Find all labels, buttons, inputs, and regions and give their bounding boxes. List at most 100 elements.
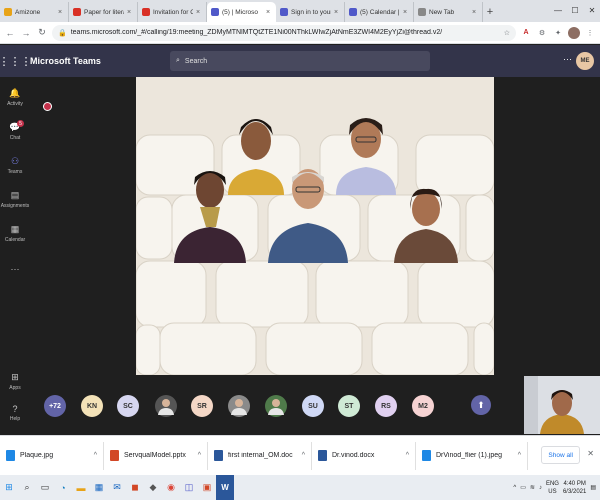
participant-avatar[interactable]: SU (302, 395, 324, 417)
download-options-icon[interactable]: ^ (406, 452, 409, 459)
task-view-icon[interactable]: ▭ (36, 475, 54, 500)
participant-avatar[interactable]: RS (375, 395, 397, 417)
participant-initials: SC (123, 402, 133, 410)
self-view-image (524, 376, 600, 434)
close-tab-icon[interactable]: × (266, 9, 272, 16)
search-icon[interactable]: ⌕ (18, 475, 36, 500)
back-icon[interactable]: ← (4, 27, 16, 39)
search-input[interactable]: ⌕ Search (170, 51, 430, 71)
browser-tab[interactable]: Amizone × (0, 2, 69, 22)
downloads-bar: Plaque.jpg ^ ServqualModel.pptx ^ first inte… (0, 435, 600, 475)
user-avatar[interactable]: ME (576, 52, 594, 70)
participant-avatar[interactable]: ST (338, 395, 360, 417)
participant-avatar[interactable]: SC (117, 395, 139, 417)
adobe-extension-icon[interactable]: A (520, 27, 532, 39)
download-options-icon[interactable]: ^ (302, 452, 305, 459)
more-participants-badge[interactable]: +72 (44, 395, 66, 417)
share-screen-button[interactable]: ⬆ (471, 395, 491, 415)
powerpoint-icon[interactable]: ▣ (198, 475, 216, 500)
download-options-icon[interactable]: ^ (518, 452, 521, 459)
close-tab-icon[interactable]: × (334, 9, 340, 16)
teams-icon: ⚇ (10, 155, 20, 166)
rail-item-assignments[interactable]: ▤ Assignments (0, 185, 30, 213)
download-filename: first internal_OM.doc (228, 452, 293, 459)
participant-photo-avatar[interactable] (155, 395, 177, 417)
minimize-icon[interactable]: — (550, 0, 566, 20)
rail-item-[interactable]: ··· (0, 255, 30, 283)
teams-taskbar-icon[interactable]: ◫ (180, 475, 198, 500)
tab-title: (5) | Microso (222, 8, 258, 16)
close-downloads-icon[interactable]: ✕ (587, 449, 594, 458)
file-explorer-icon[interactable]: ▬ (72, 475, 90, 500)
clock-time: 4:40 PM (563, 480, 586, 487)
bookmark-star-icon[interactable]: ☆ (504, 29, 510, 37)
clock[interactable]: 4:40 PM 6/3/2021 (563, 480, 586, 496)
extensions-puzzle-icon[interactable]: ✦ (552, 27, 564, 39)
windows-start-icon[interactable]: ⊞ (0, 475, 18, 500)
new-tab-button[interactable]: + (483, 2, 497, 22)
close-tab-icon[interactable]: × (58, 9, 64, 16)
participant-initials: RS (381, 402, 391, 410)
participant-photo-avatar[interactable] (265, 395, 287, 417)
teams-header: ⋮⋮⋮ Microsoft Teams ⌕ Search ··· ME (0, 45, 600, 77)
browser-tab[interactable]: New Tab × (414, 2, 483, 22)
rail-item-help[interactable]: ? Help (0, 399, 30, 427)
participant-photo-avatar[interactable] (228, 395, 250, 417)
menu-kebab-icon[interactable]: ⋮ (584, 27, 596, 39)
more-options-icon[interactable]: ··· (563, 54, 572, 64)
download-filename: DrVinod_flier (1).jpeg (436, 452, 503, 459)
volume-icon[interactable]: ♪ (539, 485, 542, 491)
assignments-icon: ▤ (10, 189, 20, 200)
download-options-icon[interactable]: ^ (94, 452, 97, 459)
maximize-icon[interactable]: ☐ (567, 0, 583, 20)
rail-item-calendar[interactable]: ▦ Calendar (0, 219, 30, 247)
browser-tab[interactable]: Invitation for Onl× (138, 2, 207, 22)
store-icon[interactable]: ▦ (90, 475, 108, 500)
browser-tab[interactable]: (5) | Microso × (207, 2, 276, 22)
download-item[interactable]: ServqualModel.pptx ^ (104, 441, 208, 470)
gmail-icon (73, 8, 81, 16)
browser-tab[interactable]: Sign in to your a× (276, 2, 345, 22)
forward-icon[interactable]: → (20, 27, 32, 39)
close-tab-icon[interactable]: × (127, 9, 133, 16)
edge-browser-icon[interactable]: ◔ (54, 475, 72, 500)
extension-icon[interactable]: ⚙ (536, 27, 548, 39)
close-tab-icon[interactable]: × (403, 9, 409, 16)
participant-avatar[interactable]: KN (81, 395, 103, 417)
wifi-icon[interactable]: ≋ (530, 484, 535, 491)
close-tab-icon[interactable]: × (472, 9, 478, 16)
close-window-icon[interactable]: ✕ (584, 0, 600, 20)
battery-icon[interactable]: ▭ (520, 484, 526, 491)
rail-item-chat[interactable]: 💬 Chat 5 (0, 117, 30, 145)
mail-icon[interactable]: ✉ (108, 475, 126, 500)
word-icon[interactable]: W (216, 475, 234, 500)
app-icon[interactable]: ◆ (144, 475, 162, 500)
office-icon[interactable]: ◼ (126, 475, 144, 500)
close-tab-icon[interactable]: × (196, 9, 202, 16)
rail-item-activity[interactable]: 🔔 Activity (0, 83, 30, 111)
browser-tab[interactable]: (5) Calendar | Mic× (345, 2, 414, 22)
reload-icon[interactable]: ↻ (36, 27, 48, 39)
notifications-icon[interactable]: ▤ (590, 484, 596, 491)
download-item[interactable]: first internal_OM.doc ^ (208, 441, 312, 470)
rail-item-apps[interactable]: ⊞ Apps (0, 367, 30, 395)
search-placeholder: Search (184, 57, 208, 65)
participant-avatar[interactable]: M2 (412, 395, 434, 417)
participant-avatar[interactable]: SR (191, 395, 213, 417)
profile-avatar[interactable] (568, 26, 580, 39)
download-item[interactable]: DrVinod_flier (1).jpeg ^ (416, 441, 528, 470)
rail-item-teams[interactable]: ⚇ Teams (0, 151, 30, 179)
download-filename: ServqualModel.pptx (124, 452, 186, 459)
url-field[interactable]: 🔒 teams.microsoft.com/_#/calling/19:meet… (52, 24, 516, 41)
download-item[interactable]: Plaque.jpg ^ (0, 441, 104, 470)
language-indicator[interactable]: ENG US (546, 480, 559, 496)
tray-chevron-icon[interactable]: ^ (513, 485, 516, 491)
doc-file-icon (318, 450, 327, 461)
browser-tab[interactable]: Paper for literatu× (69, 2, 138, 22)
download-item[interactable]: Dr.vinod.docx ^ (312, 441, 416, 470)
app-launcher-icon[interactable]: ⋮⋮⋮ (0, 55, 32, 68)
region-code: US (548, 488, 557, 495)
show-all-button[interactable]: Show all (541, 446, 580, 464)
download-options-icon[interactable]: ^ (198, 452, 201, 459)
chrome-icon[interactable]: ◉ (162, 475, 180, 500)
